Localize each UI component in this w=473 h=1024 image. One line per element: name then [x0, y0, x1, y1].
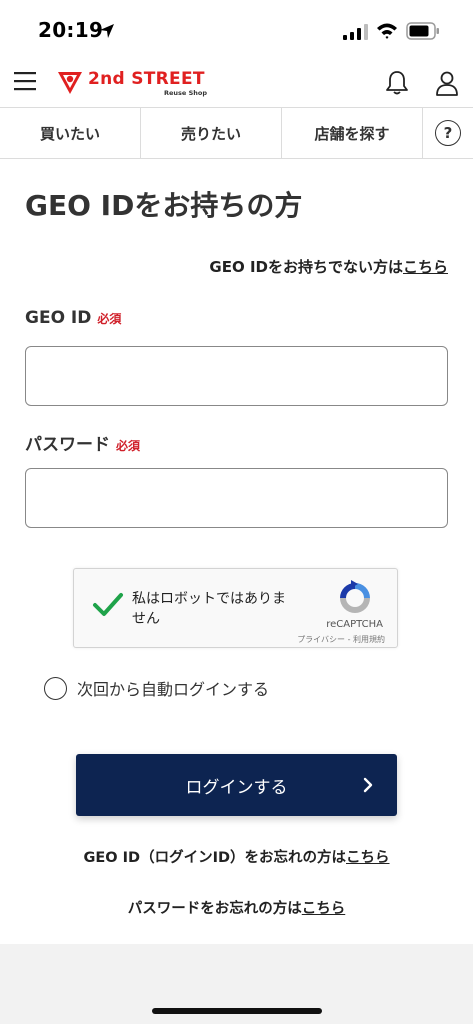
recaptcha-logo-icon	[340, 580, 370, 613]
page-title: GEO IDをお持ちの方	[25, 189, 303, 222]
required-badge: 必須	[97, 312, 122, 326]
forgot-password-text: パスワードをお忘れの方は	[127, 901, 302, 917]
tab-buy[interactable]: 買いたい	[0, 108, 141, 158]
help-tab[interactable]: ?	[423, 108, 473, 158]
nav-tabs: 買いたい 売りたい 店舗を探す ?	[0, 108, 473, 159]
tab-find-store[interactable]: 店舗を探す	[282, 108, 423, 158]
recaptcha-widget: 私はロボットではありません reCAPTCHA プライバシー - 利用規約	[73, 568, 398, 648]
home-indicator	[152, 1008, 322, 1014]
required-badge: 必須	[116, 439, 141, 453]
no-id-link[interactable]: こちら	[403, 258, 448, 276]
geo-id-label: GEO ID 必須	[25, 308, 121, 328]
logo-text: 2nd STREET	[88, 69, 205, 89]
status-time: 20:19	[38, 18, 104, 42]
logo-subtext: Reuse Shop	[164, 89, 208, 97]
forgot-password-link[interactable]: こちら	[302, 901, 346, 917]
tab-sell[interactable]: 売りたい	[141, 108, 282, 158]
geo-id-input[interactable]	[25, 346, 448, 406]
status-bar: 20:19	[0, 0, 473, 60]
recaptcha-label: 私はロボットではありません	[132, 591, 286, 627]
auto-login-option[interactable]: 次回から自動ログインする	[44, 676, 269, 700]
password-label: パスワード 必須	[25, 430, 140, 455]
auto-login-label: 次回から自動ログインする	[77, 680, 270, 699]
cellular-signal-icon	[343, 24, 368, 40]
recaptcha-brand: reCAPTCHA	[326, 619, 383, 630]
hamburger-menu-icon[interactable]	[14, 70, 36, 92]
no-id-text: GEO IDをお持ちでない方は	[209, 258, 403, 276]
bell-icon[interactable]	[385, 70, 409, 96]
chevron-right-icon	[363, 777, 373, 793]
forgot-password-prompt: パスワードをお忘れの方はこちら	[0, 897, 473, 918]
forgot-id-text: GEO ID（ログインID）をお忘れの方は	[83, 850, 347, 866]
password-input[interactable]	[25, 468, 448, 528]
no-id-prompt: GEO IDをお持ちでない方はこちら	[209, 256, 448, 277]
user-account-icon[interactable]	[435, 70, 459, 96]
checkmark-icon[interactable]	[92, 591, 124, 619]
geo-id-label-text: GEO ID	[25, 308, 92, 328]
forgot-id-prompt: GEO ID（ログインID）をお忘れの方はこちら	[0, 846, 473, 867]
logo-mark-icon	[58, 72, 82, 94]
app-header: 2nd STREET Reuse Shop	[0, 60, 473, 108]
wifi-icon	[377, 23, 397, 39]
help-icon: ?	[435, 120, 461, 146]
forgot-id-link[interactable]: こちら	[346, 850, 390, 866]
password-label-text: パスワード	[25, 435, 110, 455]
login-button[interactable]: ログインする	[76, 754, 397, 816]
auto-login-radio[interactable]	[44, 676, 67, 700]
brand-logo[interactable]: 2nd STREET Reuse Shop	[56, 66, 208, 100]
login-button-label: ログインする	[185, 777, 288, 798]
recaptcha-terms[interactable]: プライバシー - 利用規約	[297, 634, 385, 645]
battery-icon	[406, 22, 439, 40]
location-arrow-icon	[100, 24, 114, 38]
